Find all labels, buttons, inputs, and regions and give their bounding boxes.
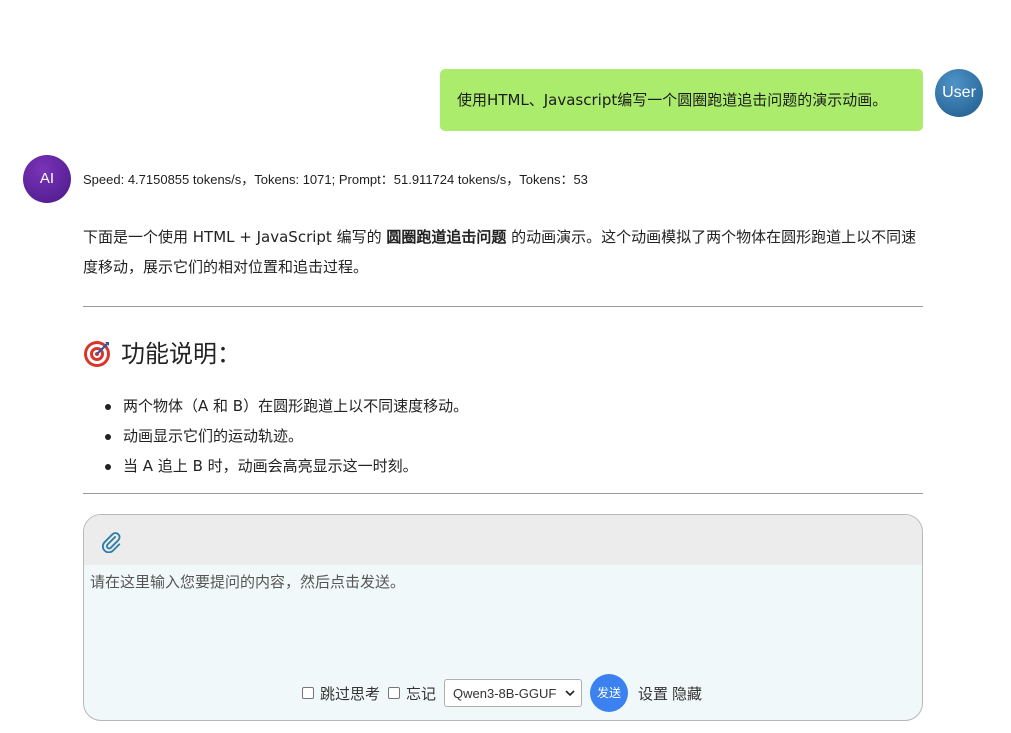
list-item: 两个物体（A 和 B）在圆形跑道上以不同速度移动。 [103,391,923,421]
model-select-value: Qwen3-8B-GGUF [453,685,557,701]
skip-thinking-checkbox[interactable]: 跳过思考 [302,683,380,704]
list-item: 动画显示它们的运动轨迹。 [103,421,923,451]
forget-label: 忘记 [406,684,437,703]
generation-stats: Speed: 4.7150855 tokens/s，Tokens: 1071; … [83,172,588,187]
intro-text-1: 下面是一个使用 HTML + JavaScript 编写的 [83,228,387,246]
ai-answer: 下面是一个使用 HTML + JavaScript 编写的 圆圈跑道追击问题 的… [83,222,923,494]
message-composer: 跳过思考 忘记 Qwen3-8B-GGUF 发送 设置 隐藏 [83,514,923,721]
skip-thinking-label: 跳过思考 [320,684,381,703]
settings-link[interactable]: 设置 [638,683,668,704]
hide-link[interactable]: 隐藏 [672,683,702,704]
model-select[interactable]: Qwen3-8B-GGUF [444,679,583,707]
answer-intro: 下面是一个使用 HTML + JavaScript 编写的 圆圈跑道追击问题 的… [83,222,923,282]
target-icon [84,341,110,367]
chevron-down-icon [565,690,575,697]
section-heading: 功能说明： [83,337,923,371]
send-button[interactable]: 发送 [590,674,629,712]
composer-toolbar [84,515,922,565]
composer-controls: 跳过思考 忘记 Qwen3-8B-GGUF 发送 设置 隐藏 [302,673,706,713]
intro-bold-text: 圆圈跑道追击问题 [386,228,507,246]
feature-list: 两个物体（A 和 B）在圆形跑道上以不同速度移动。 动画显示它们的运动轨迹。 当… [103,391,923,481]
user-message-row: 使用HTML、Javascript编写一个圆圈跑道追击问题的演示动画。 User [0,69,1011,133]
forget-checkbox[interactable]: 忘记 [388,683,436,704]
section-title-text: 功能说明： [121,340,241,368]
checkbox-box[interactable] [388,687,401,699]
paperclip-icon[interactable] [100,531,122,553]
user-avatar: User [935,69,983,117]
user-message-bubble: 使用HTML、Javascript编写一个圆圈跑道追击问题的演示动画。 [440,69,923,131]
divider [83,306,923,307]
checkbox-box[interactable] [302,687,314,699]
divider [83,493,923,494]
list-item: 当 A 追上 B 时，动画会高亮显示这一时刻。 [103,451,923,481]
message-input[interactable] [84,565,922,665]
ai-avatar: AI [23,155,71,203]
